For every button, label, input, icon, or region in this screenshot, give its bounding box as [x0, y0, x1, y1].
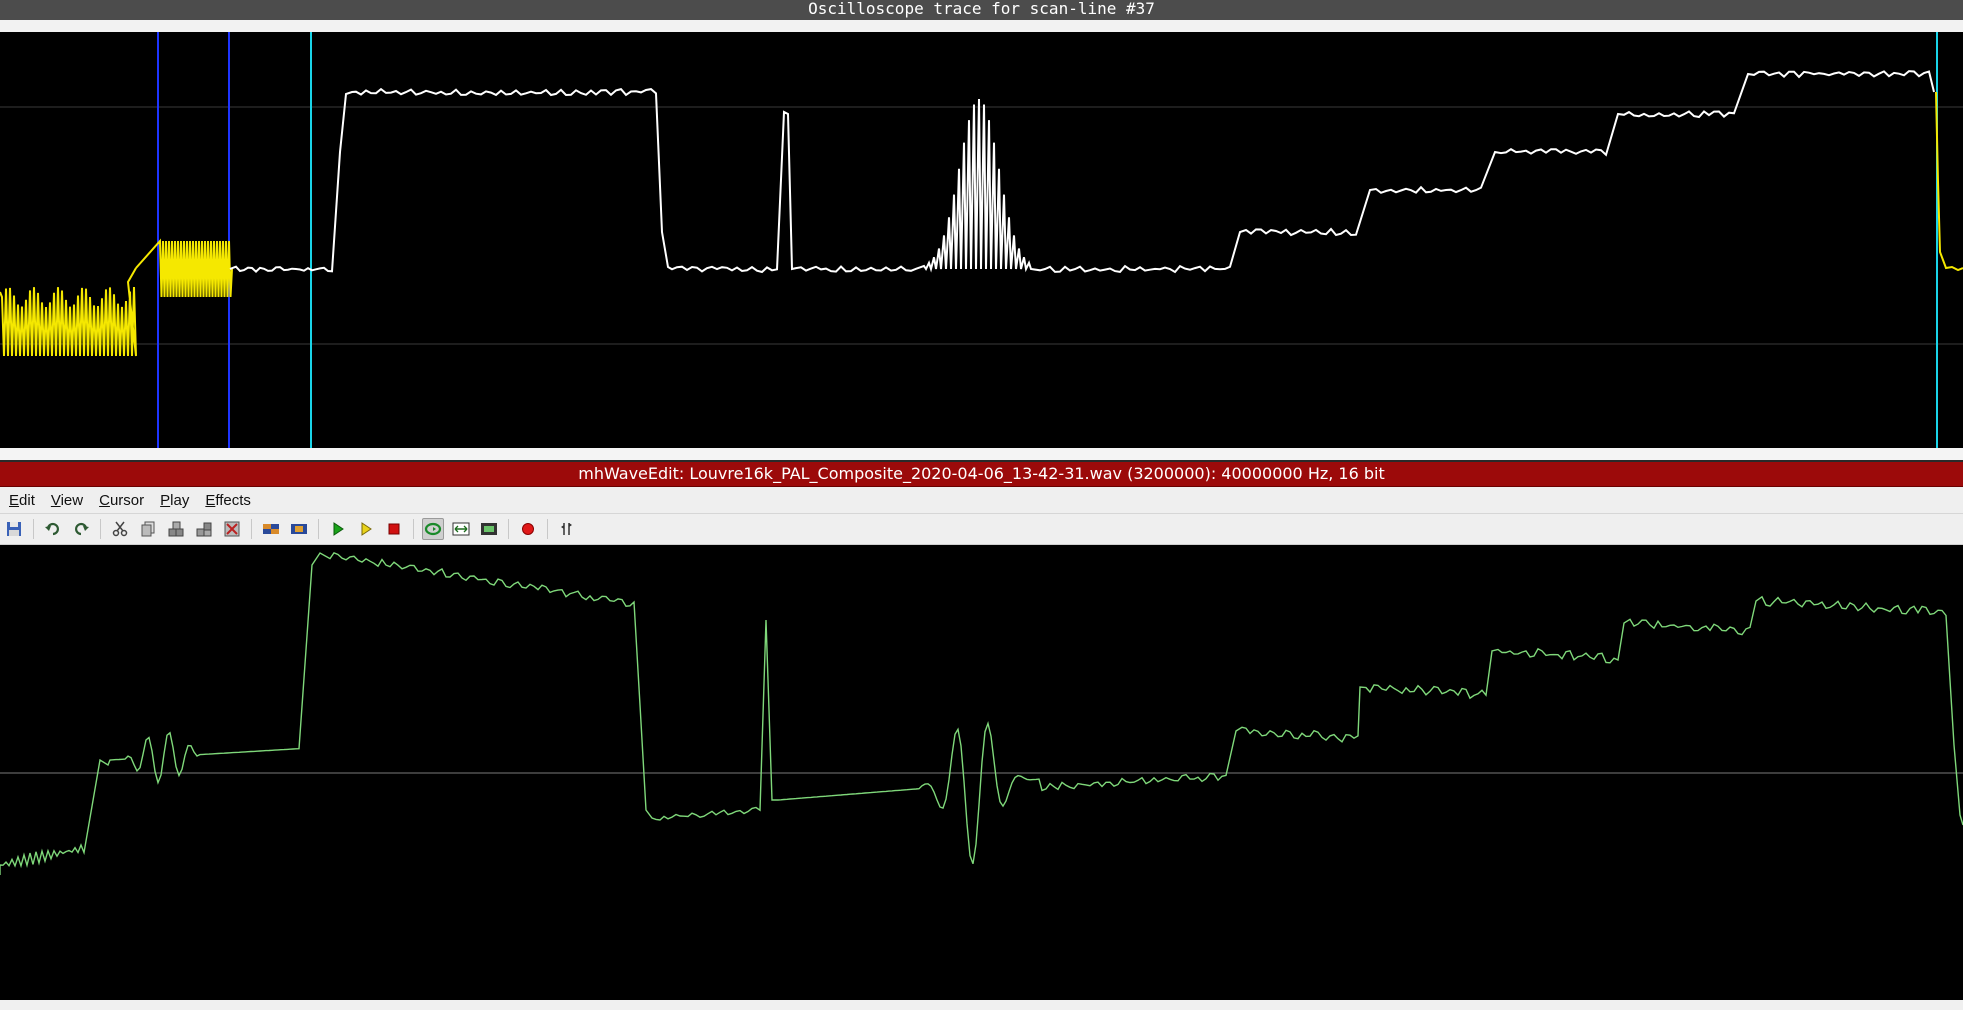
play-selection-button[interactable]	[355, 518, 377, 540]
scope-trace-svg	[0, 32, 1963, 448]
scope-window-title: Oscilloscope trace for scan-line #37	[0, 0, 1963, 22]
zoom-selection-icon	[481, 523, 497, 535]
waveform-display[interactable]	[0, 545, 1963, 1000]
crop-button[interactable]	[288, 518, 310, 540]
delete-icon	[224, 521, 240, 537]
save-button[interactable]	[3, 518, 25, 540]
paste-over-button[interactable]	[193, 518, 215, 540]
loop-icon	[424, 522, 442, 536]
oscilloscope-display[interactable]	[0, 32, 1963, 448]
toolbar-separator	[251, 519, 252, 539]
toolbar-separator	[508, 519, 509, 539]
waveform-trace	[0, 552, 1963, 875]
record-icon	[522, 523, 534, 535]
delete-button[interactable]	[221, 518, 243, 540]
undo-button[interactable]	[42, 518, 64, 540]
stop-button[interactable]	[383, 518, 405, 540]
copy-button[interactable]	[137, 518, 159, 540]
menu-effects[interactable]: Effects	[197, 492, 259, 509]
toolbar-separator	[318, 519, 319, 539]
undo-icon	[45, 522, 59, 536]
menu-play[interactable]: Play	[152, 492, 197, 509]
waveform-svg	[0, 552, 1963, 875]
play-button[interactable]	[327, 518, 349, 540]
loop-toggle-button[interactable]	[422, 518, 444, 540]
paste-over-icon	[196, 522, 212, 537]
marker-button[interactable]	[556, 518, 578, 540]
toolbar-separator	[547, 519, 548, 539]
toolbar-separator	[33, 519, 34, 539]
toolbar	[0, 514, 1963, 545]
stop-icon	[388, 523, 400, 535]
mix-button[interactable]	[260, 518, 282, 540]
zoom-fit-icon	[452, 522, 470, 536]
menu-edit[interactable]: Edit	[0, 492, 43, 509]
zoom-selection-button[interactable]	[478, 518, 500, 540]
mix-icon	[263, 524, 279, 534]
scope-bottom-strip	[0, 448, 1963, 460]
waveform-scrollbar-area[interactable]	[0, 1000, 1963, 1010]
toolbar-separator	[413, 519, 414, 539]
copy-icon	[141, 521, 155, 537]
redo-button[interactable]	[70, 518, 92, 540]
scope-color-burst-trace	[135, 238, 233, 298]
record-button[interactable]	[517, 518, 539, 540]
editor-window-title: mhWaveEdit: Louvre16k_PAL_Composite_2020…	[0, 462, 1963, 487]
save-icon	[7, 522, 21, 536]
scope-top-strip	[0, 20, 1963, 32]
redo-icon	[75, 522, 89, 536]
play-icon	[333, 522, 344, 536]
play-selection-icon	[361, 522, 372, 536]
scope-main-trace	[229, 70, 1935, 274]
toolbar-separator	[100, 519, 101, 539]
menu-view[interactable]: View	[43, 492, 91, 509]
crop-icon	[291, 524, 307, 534]
menu-cursor[interactable]: Cursor	[91, 492, 152, 509]
menu-bar: Edit View Cursor Play Effects	[0, 487, 1963, 514]
paste-button[interactable]	[165, 518, 187, 540]
marker-icon	[561, 523, 572, 535]
cut-button[interactable]	[109, 518, 131, 540]
paste-icon	[168, 521, 184, 537]
scope-burst-trace-left	[0, 267, 137, 357]
cut-icon	[112, 521, 128, 537]
zoom-fit-button[interactable]	[450, 518, 472, 540]
scope-burst-trace-right	[1935, 91, 1963, 272]
